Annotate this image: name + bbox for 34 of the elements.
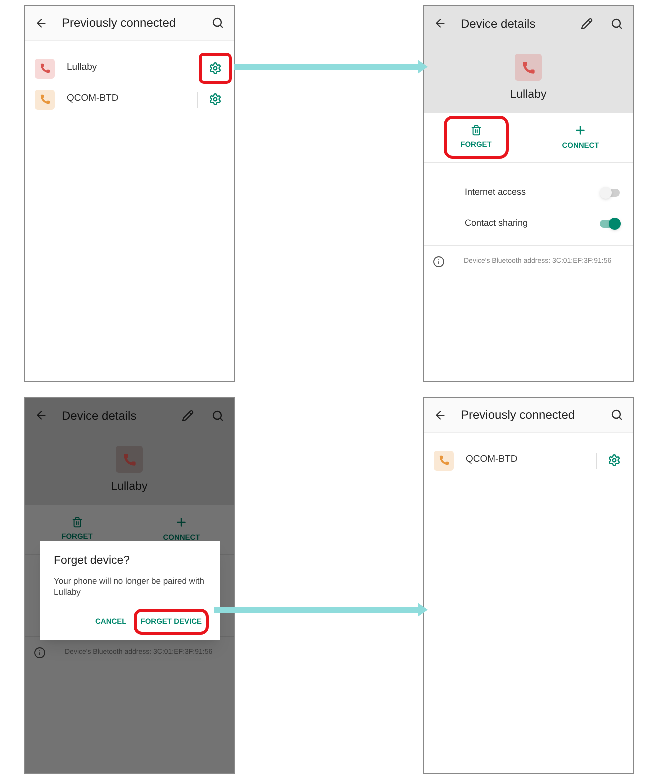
back-icon[interactable] <box>35 16 48 30</box>
device-name: Lullaby <box>510 88 547 103</box>
plus-icon <box>574 124 588 138</box>
screen-title: Device details <box>461 16 537 32</box>
settings-icon[interactable] <box>209 62 222 75</box>
device-row[interactable]: QCOM-BTD <box>25 84 234 115</box>
trash-icon <box>72 517 83 528</box>
toggle-switch[interactable] <box>600 186 621 199</box>
settings-icon[interactable] <box>608 454 621 467</box>
device-name: QCOM-BTD <box>67 92 120 106</box>
back-icon[interactable] <box>434 408 447 422</box>
trash-icon <box>470 125 482 136</box>
device-row[interactable]: Lullaby <box>25 53 234 84</box>
plus-icon <box>175 516 188 530</box>
screen-title: Device details <box>62 408 138 424</box>
info-icon <box>34 647 46 660</box>
toggle-switch[interactable] <box>600 218 621 230</box>
search-icon[interactable] <box>611 409 623 421</box>
device-name: Lullaby <box>111 480 148 495</box>
device-name: QCOM-BTD <box>466 453 519 468</box>
back-icon[interactable] <box>434 17 447 30</box>
setting-label: Internet access <box>465 186 528 199</box>
dialog-title: Forget device? <box>54 554 132 569</box>
screen-title: Previously connected <box>461 407 576 424</box>
settings-icon[interactable] <box>209 93 222 106</box>
device-name: Lullaby <box>67 61 98 76</box>
search-icon[interactable] <box>212 17 224 29</box>
device-row[interactable]: QCOM-BTD <box>424 445 633 476</box>
screen-title: Previously connected <box>62 15 178 32</box>
search-icon[interactable] <box>611 18 623 30</box>
pencil-icon[interactable] <box>581 18 593 30</box>
dialog-message: Your phone will no longer be paired with Lullaby <box>54 576 206 598</box>
info-icon <box>433 256 445 268</box>
setting-label: Contact sharing <box>465 217 530 230</box>
